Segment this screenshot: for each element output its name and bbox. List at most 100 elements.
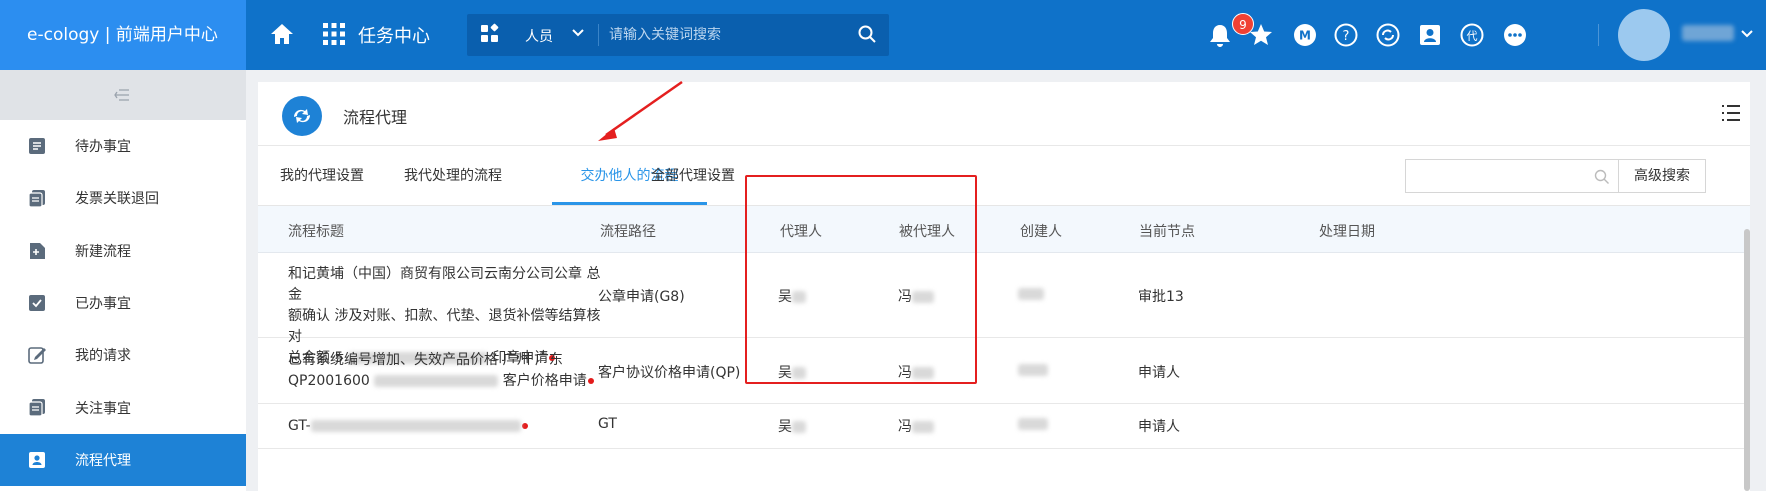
module-title[interactable]: 任务中心	[358, 22, 430, 48]
redacted-text	[310, 420, 521, 432]
flow-agent-logo	[282, 96, 322, 136]
table-row[interactable]: 已有系统编号增加、失效产品价格 广州 广东 QP2001600 客户价格申请 客…	[258, 338, 1750, 404]
column-header[interactable]: 被代理人	[899, 221, 955, 241]
mail-m-icon[interactable]: M	[1292, 22, 1318, 48]
search-icon[interactable]	[857, 24, 877, 44]
star-icon[interactable]	[1248, 22, 1274, 48]
user-name-redacted[interactable]	[1682, 25, 1734, 41]
sidebar-item-label: 关注事宜	[75, 400, 131, 417]
flow-path: 公章申请(G8)	[598, 289, 685, 305]
flow-path: 客户协议价格申请(QP)	[598, 365, 741, 381]
advanced-search-button[interactable]: 高级搜索	[1618, 159, 1706, 193]
search-scope-select[interactable]: 人员	[525, 26, 553, 46]
avatar[interactable]	[1618, 9, 1670, 61]
follow-icon	[28, 399, 45, 418]
unread-dot	[587, 378, 594, 384]
annotation-arrow	[598, 80, 683, 141]
sidebar-item-flow-agent[interactable]: 流程代理	[0, 433, 246, 487]
creator-name[interactable]	[1018, 286, 1044, 302]
svg-text:?: ?	[1343, 29, 1350, 44]
redacted-text	[374, 375, 499, 387]
sidebar-item-label: 已办事宜	[75, 296, 131, 313]
unread-dot	[521, 423, 528, 429]
redacted-text	[792, 367, 806, 379]
apps-grid-icon[interactable]	[322, 22, 346, 46]
collapse-icon[interactable]	[114, 88, 130, 102]
column-header[interactable]: 代理人	[780, 221, 822, 241]
bell-icon[interactable]	[1207, 22, 1233, 48]
redacted-text	[1018, 288, 1044, 300]
agent-name-text: 吴	[778, 289, 792, 305]
redacted-text	[792, 421, 806, 433]
sidebar-item-todo[interactable]: 待办事宜	[0, 120, 246, 172]
column-header[interactable]: 流程标题	[288, 221, 344, 241]
sidebar-item-new-flow[interactable]: 新建流程	[0, 225, 246, 277]
flow-path: GT	[598, 416, 617, 432]
principal-name-text: 冯	[898, 365, 912, 381]
principal-name[interactable]: 冯	[898, 362, 934, 382]
sidebar-item-done[interactable]: 已办事宜	[0, 277, 246, 329]
chevron-down-icon[interactable]	[1740, 27, 1754, 41]
sidebar-item-follow[interactable]: 关注事宜	[0, 381, 246, 433]
search-input[interactable]	[609, 22, 809, 48]
invoice-icon	[28, 190, 45, 208]
column-header[interactable]: 创建人	[1020, 221, 1062, 241]
more-icon[interactable]	[1502, 22, 1528, 48]
help-icon[interactable]: ?	[1333, 22, 1359, 48]
column-header[interactable]: 处理日期	[1319, 221, 1375, 241]
sidebar-item-label: 我的请求	[75, 348, 131, 365]
main-panel: 流程代理 我的代理设置 我代处理的流程 交办他人的流程 全部代理设置 高级搜索 …	[258, 82, 1750, 491]
chevron-down-icon[interactable]	[571, 26, 585, 40]
sidebar: 待办事宜 发票关联退回 新建流程 已办事宜 我的请求 关注事宜 流程代理	[0, 70, 246, 491]
sidebar-item-label: 待办事宜	[75, 139, 131, 156]
redacted-text	[912, 421, 934, 433]
agent-name[interactable]: 吴	[778, 416, 806, 436]
contacts-icon[interactable]	[1417, 22, 1443, 48]
sidebar-collapse-toggle[interactable]	[0, 70, 246, 120]
agent-badge-icon[interactable]: 代	[1459, 22, 1485, 48]
agent-swap-icon	[294, 109, 310, 123]
flow-title-link[interactable]: 已有系统编号增加、失效产品价格 广州 广东 QP2001600 客户价格申请	[288, 350, 608, 392]
creator-name[interactable]	[1018, 362, 1048, 378]
global-search: 人员	[467, 14, 889, 56]
creator-name[interactable]	[1018, 416, 1048, 432]
redacted-text	[1018, 418, 1048, 430]
list-menu-icon[interactable]	[1720, 102, 1742, 124]
title-text: 客户价格申请	[502, 373, 587, 389]
agent-name-text: 吴	[778, 365, 792, 381]
sidebar-item-label: 发票关联退回	[75, 191, 159, 208]
agent-name[interactable]: 吴	[778, 362, 806, 382]
tab-my-agent-settings[interactable]: 我的代理设置	[280, 146, 364, 206]
column-header[interactable]: 当前节点	[1139, 221, 1195, 241]
sidebar-item-invoice-return[interactable]: 发票关联退回	[0, 172, 246, 224]
current-node: 审批13	[1138, 289, 1184, 305]
svg-text:代: 代	[1467, 30, 1478, 43]
tab-all-agent-settings[interactable]: 全部代理设置	[651, 146, 735, 206]
home-icon[interactable]	[268, 20, 296, 48]
principal-name[interactable]: 冯	[898, 416, 934, 436]
table-row[interactable]: 和记黄埔（中国）商贸有限公司云南分公司公章 总金 额确认 涉及对账、扣款、代垫、…	[258, 253, 1750, 366]
topbar-divider	[1598, 24, 1599, 46]
principal-name[interactable]: 冯	[898, 286, 934, 306]
redacted-text	[1018, 364, 1048, 376]
filter-search-input[interactable]	[1412, 164, 1582, 188]
vertical-scrollbar[interactable]	[1744, 229, 1750, 491]
done-icon	[29, 294, 45, 311]
tab-flows-i-handle[interactable]: 我代处理的流程	[404, 146, 502, 206]
agent-name[interactable]: 吴	[778, 286, 806, 306]
title-line: 和记黄埔（中国）商贸有限公司云南分公司公章 总金	[288, 266, 601, 303]
agent-name-text: 吴	[778, 419, 792, 435]
title-text: QP2001600	[288, 373, 370, 389]
search-icon[interactable]	[1594, 169, 1610, 185]
redacted-text	[912, 291, 934, 303]
principal-name-text: 冯	[898, 419, 912, 435]
column-header[interactable]: 流程路径	[600, 221, 656, 241]
flow-title-link[interactable]: GT-	[288, 416, 608, 437]
brand-title[interactable]: e-cology | 前端用户中心	[0, 0, 246, 70]
edit-icon	[28, 347, 46, 364]
sidebar-item-my-requests[interactable]: 我的请求	[0, 329, 246, 381]
table-row[interactable]: GT- GT 吴 冯 申请人	[258, 404, 1750, 449]
sidebar-item-label: 新建流程	[75, 243, 131, 260]
apps-widget-icon[interactable]	[479, 23, 501, 45]
cloud-sync-icon[interactable]	[1375, 22, 1401, 48]
